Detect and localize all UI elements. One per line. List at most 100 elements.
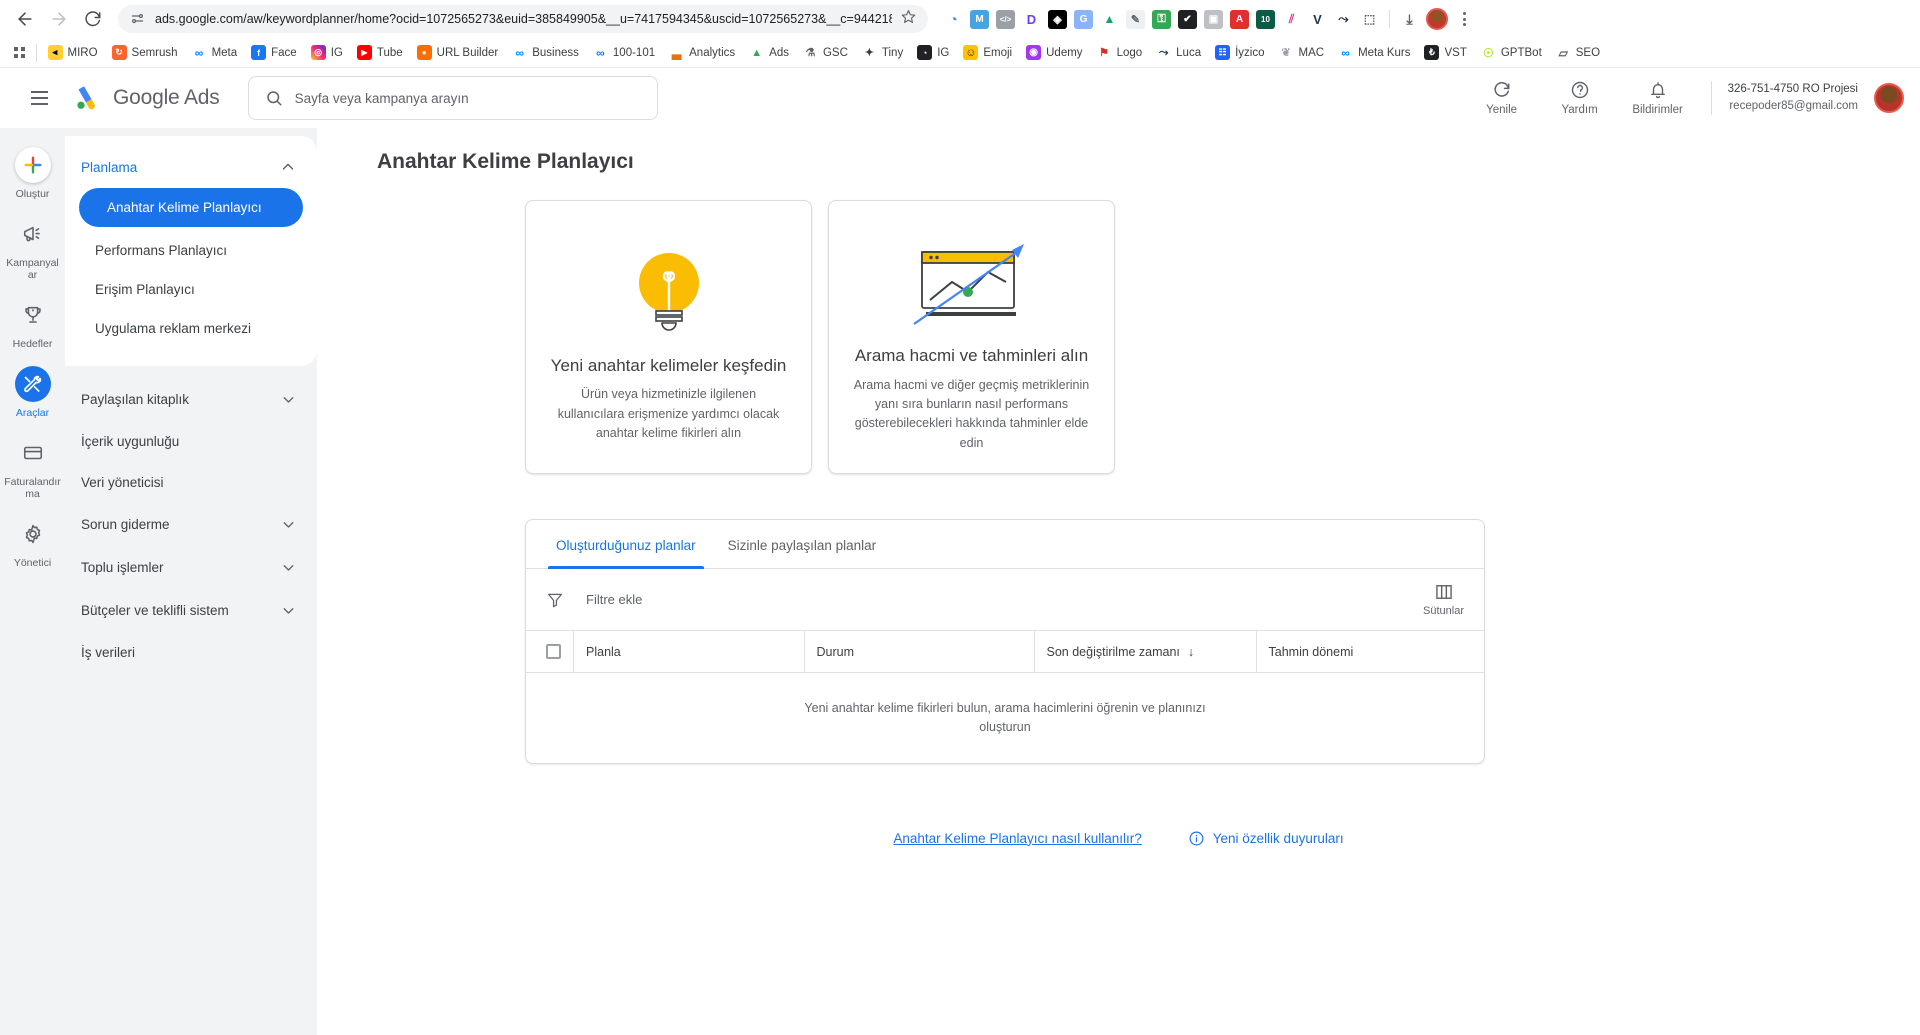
bookmark-item[interactable]: ☺ Emoji xyxy=(957,42,1018,63)
sidebar-item-performance-planner[interactable]: Performans Planlayıcı xyxy=(65,231,317,270)
extension-notebook-icon[interactable]: ✎ xyxy=(1126,9,1145,29)
bookmark-item[interactable]: ◉ Udemy xyxy=(1020,42,1088,63)
help-button[interactable]: Yardım xyxy=(1543,76,1617,120)
forward-arrow-icon[interactable] xyxy=(44,4,74,34)
extension-mailmeteor-icon[interactable]: M xyxy=(970,9,989,29)
sidebar-item-reach-planner[interactable]: Erişim Planlayıcı xyxy=(65,270,317,309)
account-info[interactable]: 326-751-4750 RO Projesi recepoder85@gmai… xyxy=(1728,81,1858,114)
refresh-button[interactable]: Yenile xyxy=(1465,76,1539,120)
bookmark-item[interactable]: ▃ Analytics xyxy=(663,42,741,63)
extension-vimeo-v-icon[interactable]: V xyxy=(1308,9,1327,29)
bookmark-item[interactable]: ∞ 100-101 xyxy=(587,42,661,63)
extension-code-icon[interactable]: </> xyxy=(996,9,1015,29)
sidebar-item-shared-library[interactable]: Paylaşılan kitaplık xyxy=(65,378,317,421)
card-search-volume-forecasts[interactable]: Arama hacmi ve tahminleri alın Arama hac… xyxy=(828,200,1115,474)
bookmark-item[interactable]: ⤳ Luca xyxy=(1150,42,1207,63)
sidebar-item-data-manager[interactable]: Veri yöneticisi xyxy=(65,462,317,503)
extension-keeper-icon[interactable]: ⚿ xyxy=(1152,9,1171,29)
sidebar-item-bulk-actions[interactable]: Toplu işlemler xyxy=(65,546,317,589)
bookmark-item[interactable]: ✦ Tiny xyxy=(856,42,909,63)
bookmark-item[interactable]: ☉ GPTBot xyxy=(1475,42,1548,63)
column-header-status[interactable]: Durum xyxy=(804,631,1035,673)
card-discover-keywords[interactable]: Yeni anahtar kelimeler keşfedin Ürün vey… xyxy=(525,200,812,474)
bookmark-item[interactable]: ⚑ Logo xyxy=(1091,42,1149,63)
select-all-header[interactable] xyxy=(526,631,574,673)
bookmark-item[interactable]: ↻ Semrush xyxy=(106,42,184,63)
extension-colorful-icon[interactable]: ⫽ xyxy=(1282,9,1301,29)
bookmark-item[interactable]: ☷ İyzico xyxy=(1209,42,1270,63)
app-search-box[interactable] xyxy=(247,76,658,120)
iyzico-icon: ☷ xyxy=(1215,45,1231,60)
bookmark-item[interactable]: ▶ Tube xyxy=(351,42,409,63)
bookmark-item[interactable]: ▲ Ads xyxy=(743,42,795,63)
bookmark-item[interactable]: ⚗ GSC xyxy=(797,42,854,63)
extension-owl-icon[interactable]: ◈ xyxy=(1048,9,1067,29)
rail-item-tools[interactable]: Araçlar xyxy=(2,359,64,426)
how-to-use-link[interactable]: Anahtar Kelime Planlayıcı nasıl kullanıl… xyxy=(893,831,1141,846)
bookmark-label: IG xyxy=(330,46,343,59)
hamburger-menu-icon[interactable] xyxy=(16,75,62,121)
browser-profile-avatar[interactable] xyxy=(1426,8,1448,30)
download-icon[interactable]: ⤓ xyxy=(1400,9,1419,29)
extension-analytics-spark-icon[interactable]: ⤳ xyxy=(1334,9,1353,29)
address-bar[interactable]: ads.google.com/aw/keywordplanner/home?oc… xyxy=(118,5,928,33)
notifications-button[interactable]: Bildirimler xyxy=(1621,76,1695,120)
bookmark-item[interactable]: f Face xyxy=(245,42,303,63)
bookmark-item[interactable]: ● URL Builder xyxy=(411,42,505,63)
column-header-plan[interactable]: Planla xyxy=(573,631,805,673)
sidebar-item-keyword-planner[interactable]: Anahtar Kelime Planlayıcı xyxy=(79,188,303,227)
extension-puzzle-icon[interactable]: ⬚ xyxy=(1360,9,1379,29)
columns-button[interactable]: Sütunlar xyxy=(1423,582,1464,617)
search-input[interactable] xyxy=(294,90,641,106)
bookmark-item[interactable]: ∞ Meta Kurs xyxy=(1332,42,1416,63)
browser-toolbar: ads.google.com/aw/keywordplanner/home?oc… xyxy=(0,0,1920,38)
bookmark-label: MIRO xyxy=(67,46,98,59)
rail-item-campaigns[interactable]: Kampanyalar xyxy=(2,209,64,288)
kebab-menu-icon[interactable] xyxy=(1455,12,1473,26)
rail-item-create[interactable]: Oluştur xyxy=(2,140,64,207)
apps-grid-icon[interactable] xyxy=(8,43,31,62)
rail-label: Araçlar xyxy=(15,407,50,420)
sidebar-item-app-ads-hub[interactable]: Uygulama reklam merkezi xyxy=(65,309,317,348)
extension-evernote-10-icon[interactable]: 10 xyxy=(1256,9,1275,29)
extension-dualess-icon[interactable]: D xyxy=(1022,9,1041,29)
column-header-last-modified[interactable]: Son değiştirilme zamanı ↓ xyxy=(1034,631,1257,673)
bell-icon xyxy=(1650,82,1665,99)
sidebar-item-troubleshooting[interactable]: Sorun giderme xyxy=(65,503,317,546)
sidebar-item-business-data[interactable]: İş verileri xyxy=(65,632,317,673)
extension-google-translate-icon[interactable]: G xyxy=(1074,9,1093,29)
lightbulb-icon xyxy=(626,237,712,345)
star-icon[interactable] xyxy=(901,9,916,29)
extension-google-drive-icon[interactable]: ▲ xyxy=(1100,9,1119,29)
bookmark-item[interactable]: ₺ VST xyxy=(1418,42,1472,63)
tab-shared-plans[interactable]: Sizinle paylaşılan planlar xyxy=(712,520,893,568)
extension-adobe-acrobat-icon[interactable]: A xyxy=(1230,9,1249,29)
bookmark-item[interactable]: ◎ IG xyxy=(305,42,349,63)
bookmark-item[interactable]: ◔ IG xyxy=(911,42,955,63)
bookmark-item[interactable]: ❦ MAC xyxy=(1273,42,1331,63)
reload-icon[interactable] xyxy=(78,4,108,34)
bookmark-item[interactable]: ∞ Meta xyxy=(186,42,244,63)
extension-keyword-tool-icon[interactable]: ◔ xyxy=(944,9,963,29)
google-ads-logo[interactable]: Google Ads xyxy=(72,83,220,113)
bookmark-item[interactable]: ⫷ MIRO xyxy=(42,42,104,63)
extension-grey-app-icon[interactable]: ▣ xyxy=(1204,9,1223,29)
column-header-forecast-period[interactable]: Tahmin dönemi xyxy=(1256,631,1484,673)
nav-section-header[interactable]: Planlama xyxy=(65,150,317,184)
back-arrow-icon[interactable] xyxy=(10,4,40,34)
filter-icon[interactable] xyxy=(546,591,564,609)
bookmark-item[interactable]: ▱ SEO xyxy=(1550,42,1606,63)
filter-input[interactable]: Filtre ekle xyxy=(586,592,642,607)
rail-item-admin[interactable]: Yönetici xyxy=(2,509,64,576)
new-features-link[interactable]: Yeni özellik duyuruları xyxy=(1188,830,1344,847)
rail-item-goals[interactable]: Hedefler xyxy=(2,290,64,357)
avatar[interactable] xyxy=(1874,83,1904,113)
rail-item-billing[interactable]: Faturalandırma xyxy=(2,428,64,507)
bookmark-item[interactable]: ∞ Business xyxy=(506,42,585,63)
extension-shield-icon[interactable]: ✔ xyxy=(1178,9,1197,29)
sidebar-item-budgets-bidding[interactable]: Bütçeler ve teklifli sistem xyxy=(65,589,317,632)
sidebar-item-content-suitability[interactable]: İçerik uygunluğu xyxy=(65,421,317,462)
select-all-checkbox[interactable] xyxy=(546,644,561,659)
tab-your-plans[interactable]: Oluşturduğunuz planlar xyxy=(540,520,712,569)
site-settings-icon[interactable] xyxy=(130,11,146,27)
